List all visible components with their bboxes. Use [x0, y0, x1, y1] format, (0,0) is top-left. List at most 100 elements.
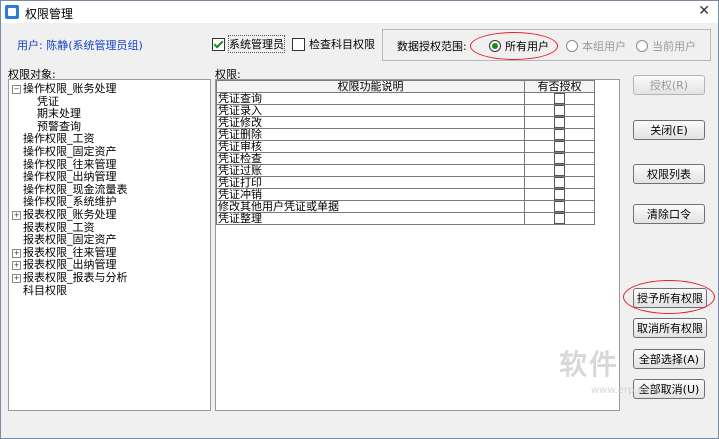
select-all-button[interactable]: 全部选择(A): [633, 349, 705, 369]
tree-item[interactable]: 操作权限_账务处理: [23, 83, 117, 95]
tree-item[interactable]: 操作权限_系统维护: [23, 196, 117, 208]
sysadmin-checkbox-label: 系统管理员: [228, 35, 285, 53]
tree-item[interactable]: 报表权限_往来管理: [23, 245, 117, 259]
granted-cell[interactable]: [524, 128, 595, 141]
table-row[interactable]: 凭证修改: [216, 116, 595, 129]
tree-item-label: 报表权限_往来管理: [23, 245, 117, 259]
radio-current-user-label: 当前用户: [652, 40, 696, 53]
tree-item[interactable]: 操作权限_现金流量表: [23, 182, 128, 196]
permission-list-button[interactable]: 权限列表: [633, 164, 705, 184]
granted-cell[interactable]: [524, 152, 595, 165]
highlight-ellipse-all-users: [470, 32, 558, 60]
permission-desc-cell: 修改其他用户凭证或单据: [216, 200, 525, 213]
app-icon: [5, 5, 19, 19]
expand-icon[interactable]: +: [12, 274, 21, 283]
table-row[interactable]: 凭证检查: [216, 152, 595, 165]
granted-cell[interactable]: [524, 104, 595, 117]
table-row[interactable]: 凭证删除: [216, 128, 595, 141]
permission-desc-cell: 凭证查询: [216, 92, 525, 105]
granted-checkbox[interactable]: [554, 189, 565, 200]
tree-item-label: 操作权限_现金流量表: [23, 182, 128, 196]
table-row[interactable]: 凭证查询: [216, 92, 595, 105]
radio-unselected-icon[interactable]: [566, 40, 578, 52]
tree-item-label: 报表权限_工资: [23, 220, 95, 234]
clear-password-button[interactable]: 清除口令: [633, 204, 705, 224]
granted-cell[interactable]: [524, 164, 595, 177]
close-icon[interactable]: ✕: [698, 3, 710, 19]
granted-cell[interactable]: [524, 140, 595, 153]
permission-desc-cell: 凭证审核: [216, 140, 525, 153]
radio-unselected-icon[interactable]: [636, 40, 648, 52]
expand-icon[interactable]: +: [12, 248, 21, 258]
window-title: 权限管理: [25, 7, 74, 21]
cancel-all-button[interactable]: 取消所有权限: [633, 318, 707, 338]
table-row[interactable]: 修改其他用户凭证或单据: [216, 200, 595, 213]
tree-item[interactable]: 报表权限_固定资产: [23, 234, 117, 246]
tree-item-label: 操作权限_系统维护: [23, 195, 117, 209]
table-row[interactable]: 凭证冲销: [216, 188, 595, 201]
granted-checkbox[interactable]: [554, 177, 565, 188]
granted-checkbox[interactable]: [554, 117, 565, 128]
granted-cell[interactable]: [524, 176, 595, 189]
granted-checkbox[interactable]: [554, 165, 565, 176]
granted-cell[interactable]: [524, 116, 595, 129]
check-subject-checkbox[interactable]: 检查科目权限: [292, 37, 375, 51]
permission-desc-cell: 凭证过账: [216, 164, 525, 177]
expand-icon[interactable]: +: [12, 211, 21, 220]
tree-item[interactable]: 报表权限_报表与分析: [23, 272, 128, 284]
tree-item-label: 报表权限_账务处理: [23, 208, 117, 221]
close-button[interactable]: 关闭(E): [633, 120, 705, 140]
table-row[interactable]: 凭证整理: [216, 212, 595, 225]
grant-button[interactable]: 授权(R): [633, 75, 705, 95]
tree-item-label: 操作权限_账务处理: [23, 82, 117, 95]
permission-window: 权限管理 ✕ 用户: 陈静(系统管理员组) 系统管理员 检查科目权限 数据授权范…: [0, 0, 719, 439]
permission-desc-cell: 凭证打印: [216, 176, 525, 189]
permission-desc-cell: 凭证修改: [216, 116, 525, 129]
current-user-label: 用户: 陈静(系统管理员组): [17, 39, 143, 52]
expand-icon[interactable]: +: [12, 261, 21, 271]
checkbox-unchecked-icon[interactable]: [292, 37, 305, 51]
tree-item-label: 科目权限: [23, 283, 67, 297]
tree-item[interactable]: 操作权限_出纳管理: [23, 171, 117, 183]
checkbox-checked-icon[interactable]: [212, 37, 225, 51]
title-bar: 权限管理 ✕: [1, 1, 718, 23]
grid-header-desc: 权限功能说明: [216, 80, 525, 93]
granted-cell[interactable]: [524, 188, 595, 201]
collapse-icon[interactable]: −: [12, 85, 21, 94]
tree-item-label: 期末处理: [37, 107, 81, 121]
granted-cell[interactable]: [524, 200, 595, 213]
granted-checkbox[interactable]: [554, 141, 565, 152]
tree-item[interactable]: 报表权限_出纳管理: [23, 259, 117, 271]
radio-group-users[interactable]: 本组用户: [566, 38, 626, 54]
tree-item[interactable]: 期末处理: [37, 108, 81, 120]
tree-item[interactable]: 操作权限_固定资产: [23, 146, 117, 158]
tree-item[interactable]: 预警查询: [37, 119, 81, 133]
radio-current-user[interactable]: 当前用户: [636, 38, 696, 54]
table-row[interactable]: 凭证录入: [216, 104, 595, 117]
table-row[interactable]: 凭证打印: [216, 176, 595, 189]
grid-header-granted: 有否授权: [524, 80, 595, 93]
tree-item[interactable]: 操作权限_工资: [23, 133, 95, 145]
tree-item[interactable]: 凭证: [37, 95, 59, 108]
data-scope-label: 数据授权范围:: [397, 40, 467, 53]
permission-desc-cell: 凭证冲销: [216, 188, 525, 201]
permission-object-tree[interactable]: 操作权限_账务处理 − 凭证 期末处理 预警查询 操作权限_工资 操作权限_固定资产 操作权限…: [8, 79, 211, 411]
tree-item[interactable]: 科目权限: [23, 283, 67, 297]
granted-cell[interactable]: [524, 212, 595, 225]
tree-item[interactable]: 操作权限_往来管理: [23, 158, 117, 171]
granted-checkbox[interactable]: [554, 105, 565, 116]
permission-desc-cell: 凭证删除: [216, 128, 525, 141]
sysadmin-checkbox[interactable]: 系统管理员: [212, 35, 285, 53]
tree-item-label: 预警查询: [37, 119, 81, 133]
granted-checkbox[interactable]: [554, 213, 565, 224]
granted-checkbox[interactable]: [554, 201, 565, 212]
granted-checkbox[interactable]: [554, 153, 565, 164]
tree-item-label: 操作权限_工资: [23, 132, 95, 146]
table-row[interactable]: 凭证过账: [216, 164, 595, 177]
tree-item[interactable]: 报表权限_工资: [23, 220, 95, 234]
table-row[interactable]: 凭证审核: [216, 140, 595, 153]
tree-item[interactable]: 报表权限_账务处理: [23, 209, 117, 221]
granted-cell[interactable]: [524, 92, 595, 105]
granted-checkbox[interactable]: [554, 93, 565, 104]
granted-checkbox[interactable]: [554, 129, 565, 140]
